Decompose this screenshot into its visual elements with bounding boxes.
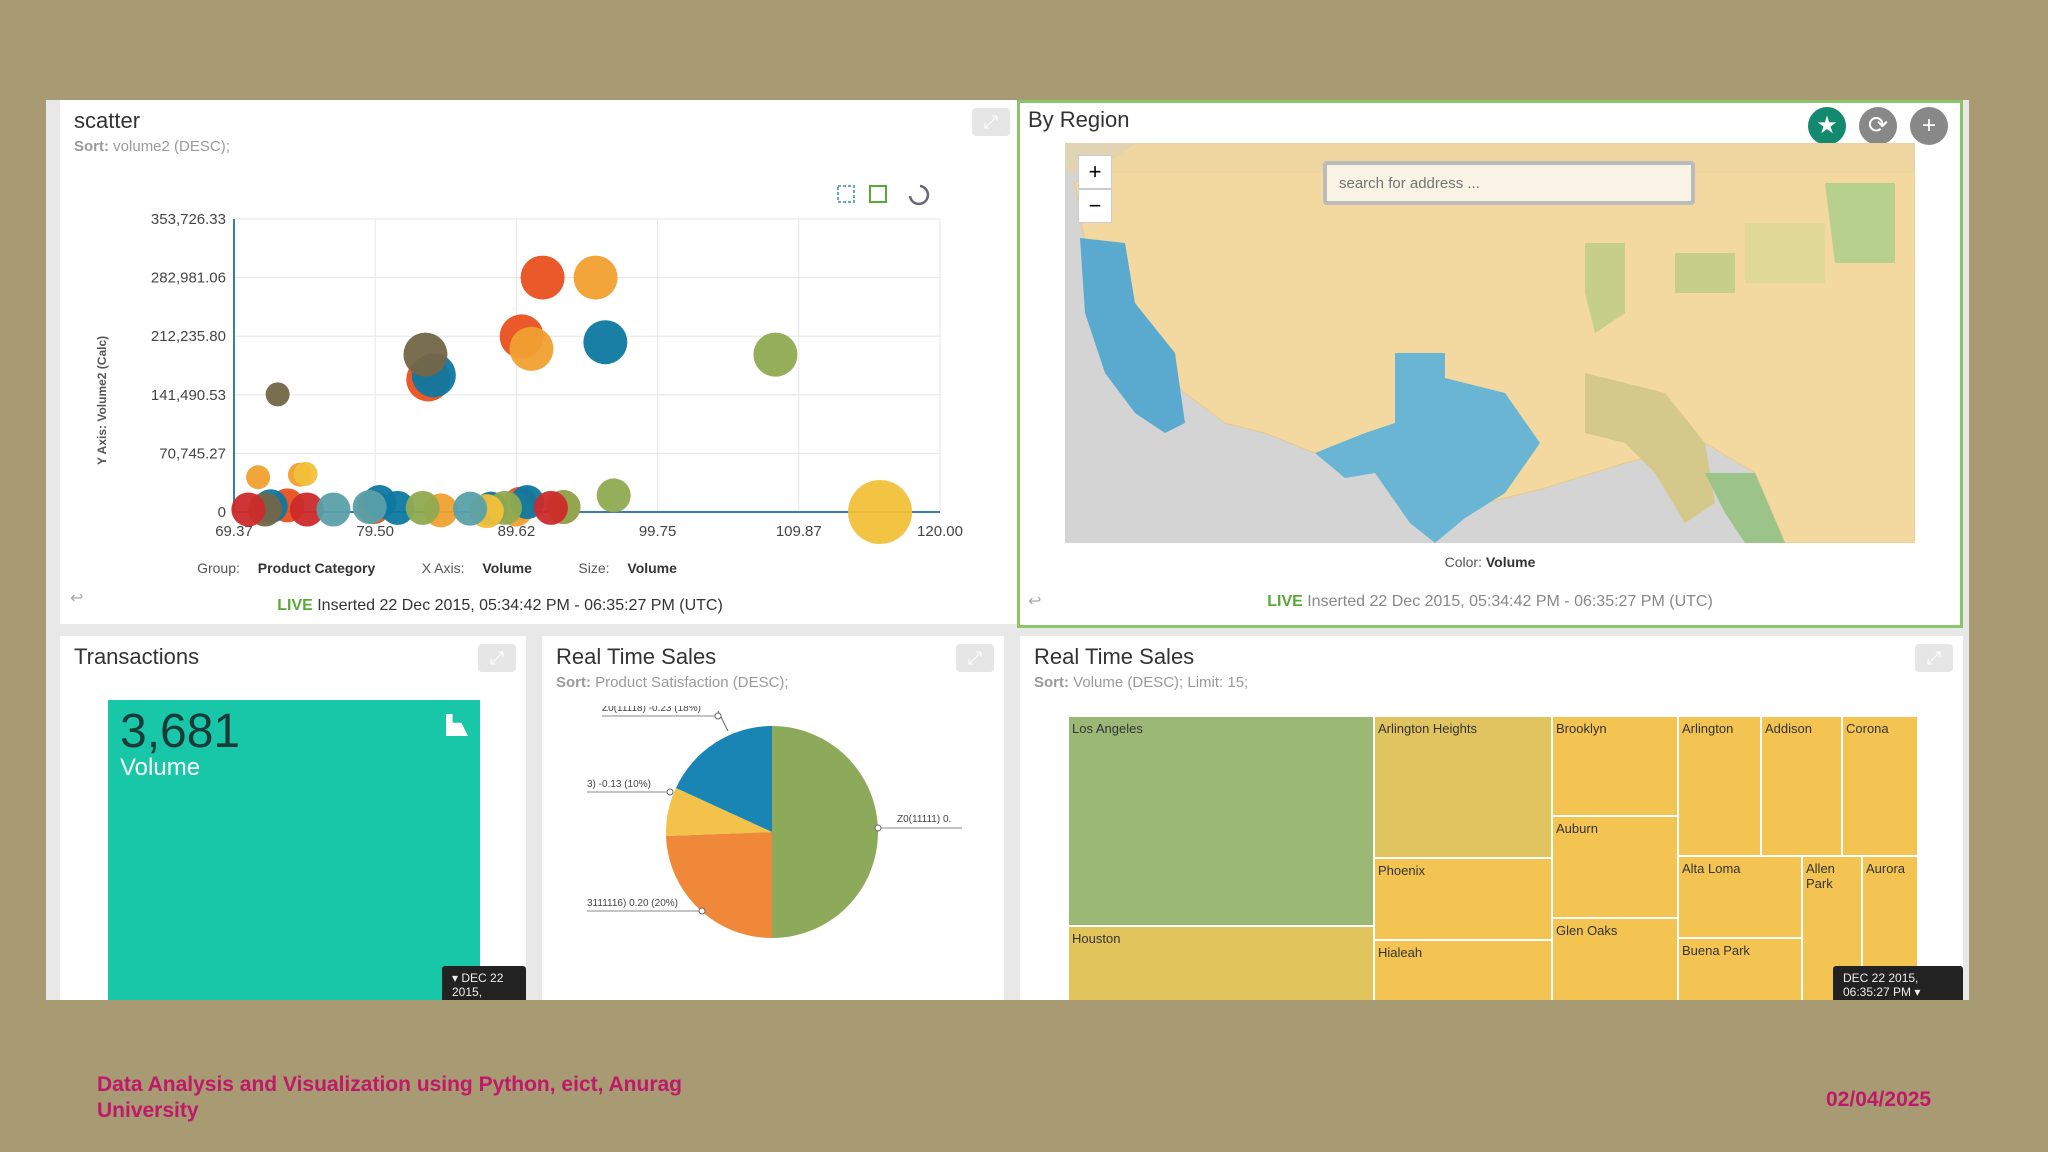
pie-chart: Z0(11118) -0.23 (18%) 3) -0.13 (10%) Z0(… <box>587 706 962 938</box>
map-legend: Color: Volume <box>1444 554 1536 570</box>
pie-label: 3111116) 0.20 (20%) <box>587 898 678 909</box>
treemap-cell[interactable]: Buena Park <box>1678 938 1802 1000</box>
treemap-cell[interactable]: Arlington <box>1678 716 1761 856</box>
panel-title: Transactions <box>74 644 200 669</box>
timestamp-tooltip: ▾ DEC 22 2015, 05:34:42 PM <box>442 966 526 1000</box>
scatter-legend: Group: Product Category X Axis: Volume S… <box>60 560 800 578</box>
expand-icon[interactable]: ⤢ <box>1915 644 1953 672</box>
treemap: Los Angeles Houston Arlington Heights Ph… <box>1068 716 1918 1000</box>
data-point[interactable] <box>596 478 631 513</box>
panel-title: Real Time Sales <box>1034 644 1195 669</box>
data-point[interactable] <box>316 492 351 527</box>
dashboard: scatter Sort: volume2 (DESC); ⤢ Y Axis: … <box>46 100 1969 1000</box>
legend-x: X Axis: Volume <box>421 560 532 576</box>
treemap-cell[interactable]: Auburn <box>1552 816 1678 918</box>
scatter-status: LIVE Inserted 22 Dec 2015, 05:34:42 PM -… <box>60 597 940 615</box>
data-point[interactable] <box>509 326 554 371</box>
data-point[interactable] <box>246 465 271 490</box>
pie-label: 3) -0.13 (10%) <box>587 779 651 790</box>
pie-slice[interactable] <box>772 726 878 938</box>
y-axis-title: Y Axis: Volume2 (Calc) <box>95 336 109 465</box>
data-point[interactable] <box>520 255 565 300</box>
treemap-cell[interactable]: Phoenix <box>1374 858 1552 940</box>
data-point[interactable] <box>453 491 488 526</box>
data-point[interactable] <box>753 332 798 377</box>
panel-title: By Region <box>1028 107 1130 132</box>
sort-info: Sort: Product Satisfaction (DESC); <box>556 674 789 691</box>
chevron-down-icon: ▾ <box>1914 985 1921 999</box>
kpi-tile: 3,681 Volume <box>108 700 480 1000</box>
treemap-cell[interactable]: Corona <box>1842 716 1918 856</box>
data-point[interactable] <box>583 320 628 365</box>
back-icon[interactable]: ↩ <box>70 588 83 608</box>
y-tick-label: 353,726.33 <box>151 211 226 228</box>
inserted-text: Inserted 22 Dec 2015, 05:34:42 PM - 06:3… <box>317 597 723 614</box>
x-tick-label: 79.50 <box>356 523 394 540</box>
treemap-cell[interactable]: Addison <box>1761 716 1842 856</box>
pie-panel: Real Time Sales Sort: Product Satisfacti… <box>542 636 1004 1000</box>
y-tick-label: 141,490.53 <box>151 387 226 404</box>
x-tick-label: 120.00 <box>917 523 963 540</box>
data-point[interactable] <box>573 255 618 300</box>
treemap-cell[interactable]: Brooklyn <box>1552 716 1678 816</box>
slide-footer-date: 02/04/2025 <box>1826 1088 1932 1111</box>
chart-type-icon[interactable] <box>446 714 468 736</box>
y-tick-label: 212,235.80 <box>151 328 226 345</box>
live-badge: LIVE <box>1267 593 1303 610</box>
scatter-chart: Y Axis: Volume2 (Calc) 353,726.33 282,981… <box>95 211 963 544</box>
x-tick-label: 99.75 <box>639 523 677 540</box>
share-icon[interactable]: ⟳ <box>1859 107 1897 145</box>
data-point[interactable] <box>265 382 290 407</box>
zoom-in-button[interactable]: + <box>1078 155 1112 189</box>
treemap-cell[interactable]: Hialeah <box>1374 940 1552 1000</box>
data-point[interactable] <box>293 461 318 486</box>
scatter-panel: scatter Sort: volume2 (DESC); ⤢ Y Axis: … <box>60 100 1020 624</box>
sort-info: Sort: Volume (DESC); Limit: 15; <box>1034 674 1249 691</box>
kpi-value: 3,681 <box>120 705 241 758</box>
y-tick-label: 282,981.06 <box>151 270 226 287</box>
y-tick-label: 70,745.27 <box>159 445 226 462</box>
pie-label: Z0(11118) -0.23 (18%) <box>602 706 701 714</box>
expand-icon[interactable]: ⤢ <box>478 644 516 672</box>
data-point[interactable] <box>405 490 440 525</box>
data-point[interactable] <box>848 480 913 544</box>
star-icon[interactable]: ★ <box>1808 107 1846 145</box>
x-tick-label: 109.87 <box>776 523 822 540</box>
data-point[interactable] <box>403 332 448 377</box>
map-search-input[interactable] <box>1323 161 1695 205</box>
pie-label: Z0(11111) 0. <box>897 814 951 825</box>
legend-group: Group: Product Category <box>197 560 376 576</box>
transactions-panel: Transactions ⤢ 3,681 Volume ▾ DEC 22 201… <box>60 636 526 1000</box>
y-tick-label: 0 <box>218 504 226 521</box>
region-status: LIVE Inserted 22 Dec 2015, 05:34:42 PM -… <box>1020 593 1960 611</box>
data-point[interactable] <box>231 492 266 527</box>
inserted-text: Inserted 22 Dec 2015, 05:34:42 PM - 06:3… <box>1307 593 1713 610</box>
panel-title: Real Time Sales <box>556 644 717 669</box>
expand-icon[interactable]: ⤢ <box>956 644 994 672</box>
treemap-panel: Real Time Sales Sort: Volume (DESC); Lim… <box>1020 636 1963 1000</box>
pie-slice[interactable] <box>666 832 772 938</box>
data-point[interactable] <box>352 490 387 525</box>
data-point[interactable] <box>533 490 568 525</box>
kpi-label: Volume <box>120 754 201 781</box>
live-badge: LIVE <box>277 597 313 614</box>
timestamp-tooltip: DEC 22 2015, 06:35:27 PM ▾ <box>1833 966 1963 1000</box>
chevron-down-icon: ▾ <box>452 971 459 985</box>
treemap-cell[interactable]: Glen Oaks <box>1552 918 1678 1000</box>
region-panel: By Region ★ ⟳ + + − Color: Volume LIVE I… <box>1017 100 1963 628</box>
treemap-cell[interactable]: Los Angeles <box>1068 716 1374 926</box>
zoom-out-button[interactable]: − <box>1078 189 1112 223</box>
add-icon[interactable]: + <box>1910 107 1948 145</box>
treemap-cell[interactable]: Arlington Heights <box>1374 716 1552 858</box>
back-icon[interactable]: ↩ <box>1028 591 1041 611</box>
slide-footer-title: Data Analysis and Visualization using Py… <box>97 1073 683 1122</box>
treemap-cell[interactable]: Alta Loma <box>1678 856 1802 938</box>
legend-size: Size: Volume <box>578 560 677 576</box>
treemap-cell[interactable]: Houston <box>1068 926 1374 1000</box>
